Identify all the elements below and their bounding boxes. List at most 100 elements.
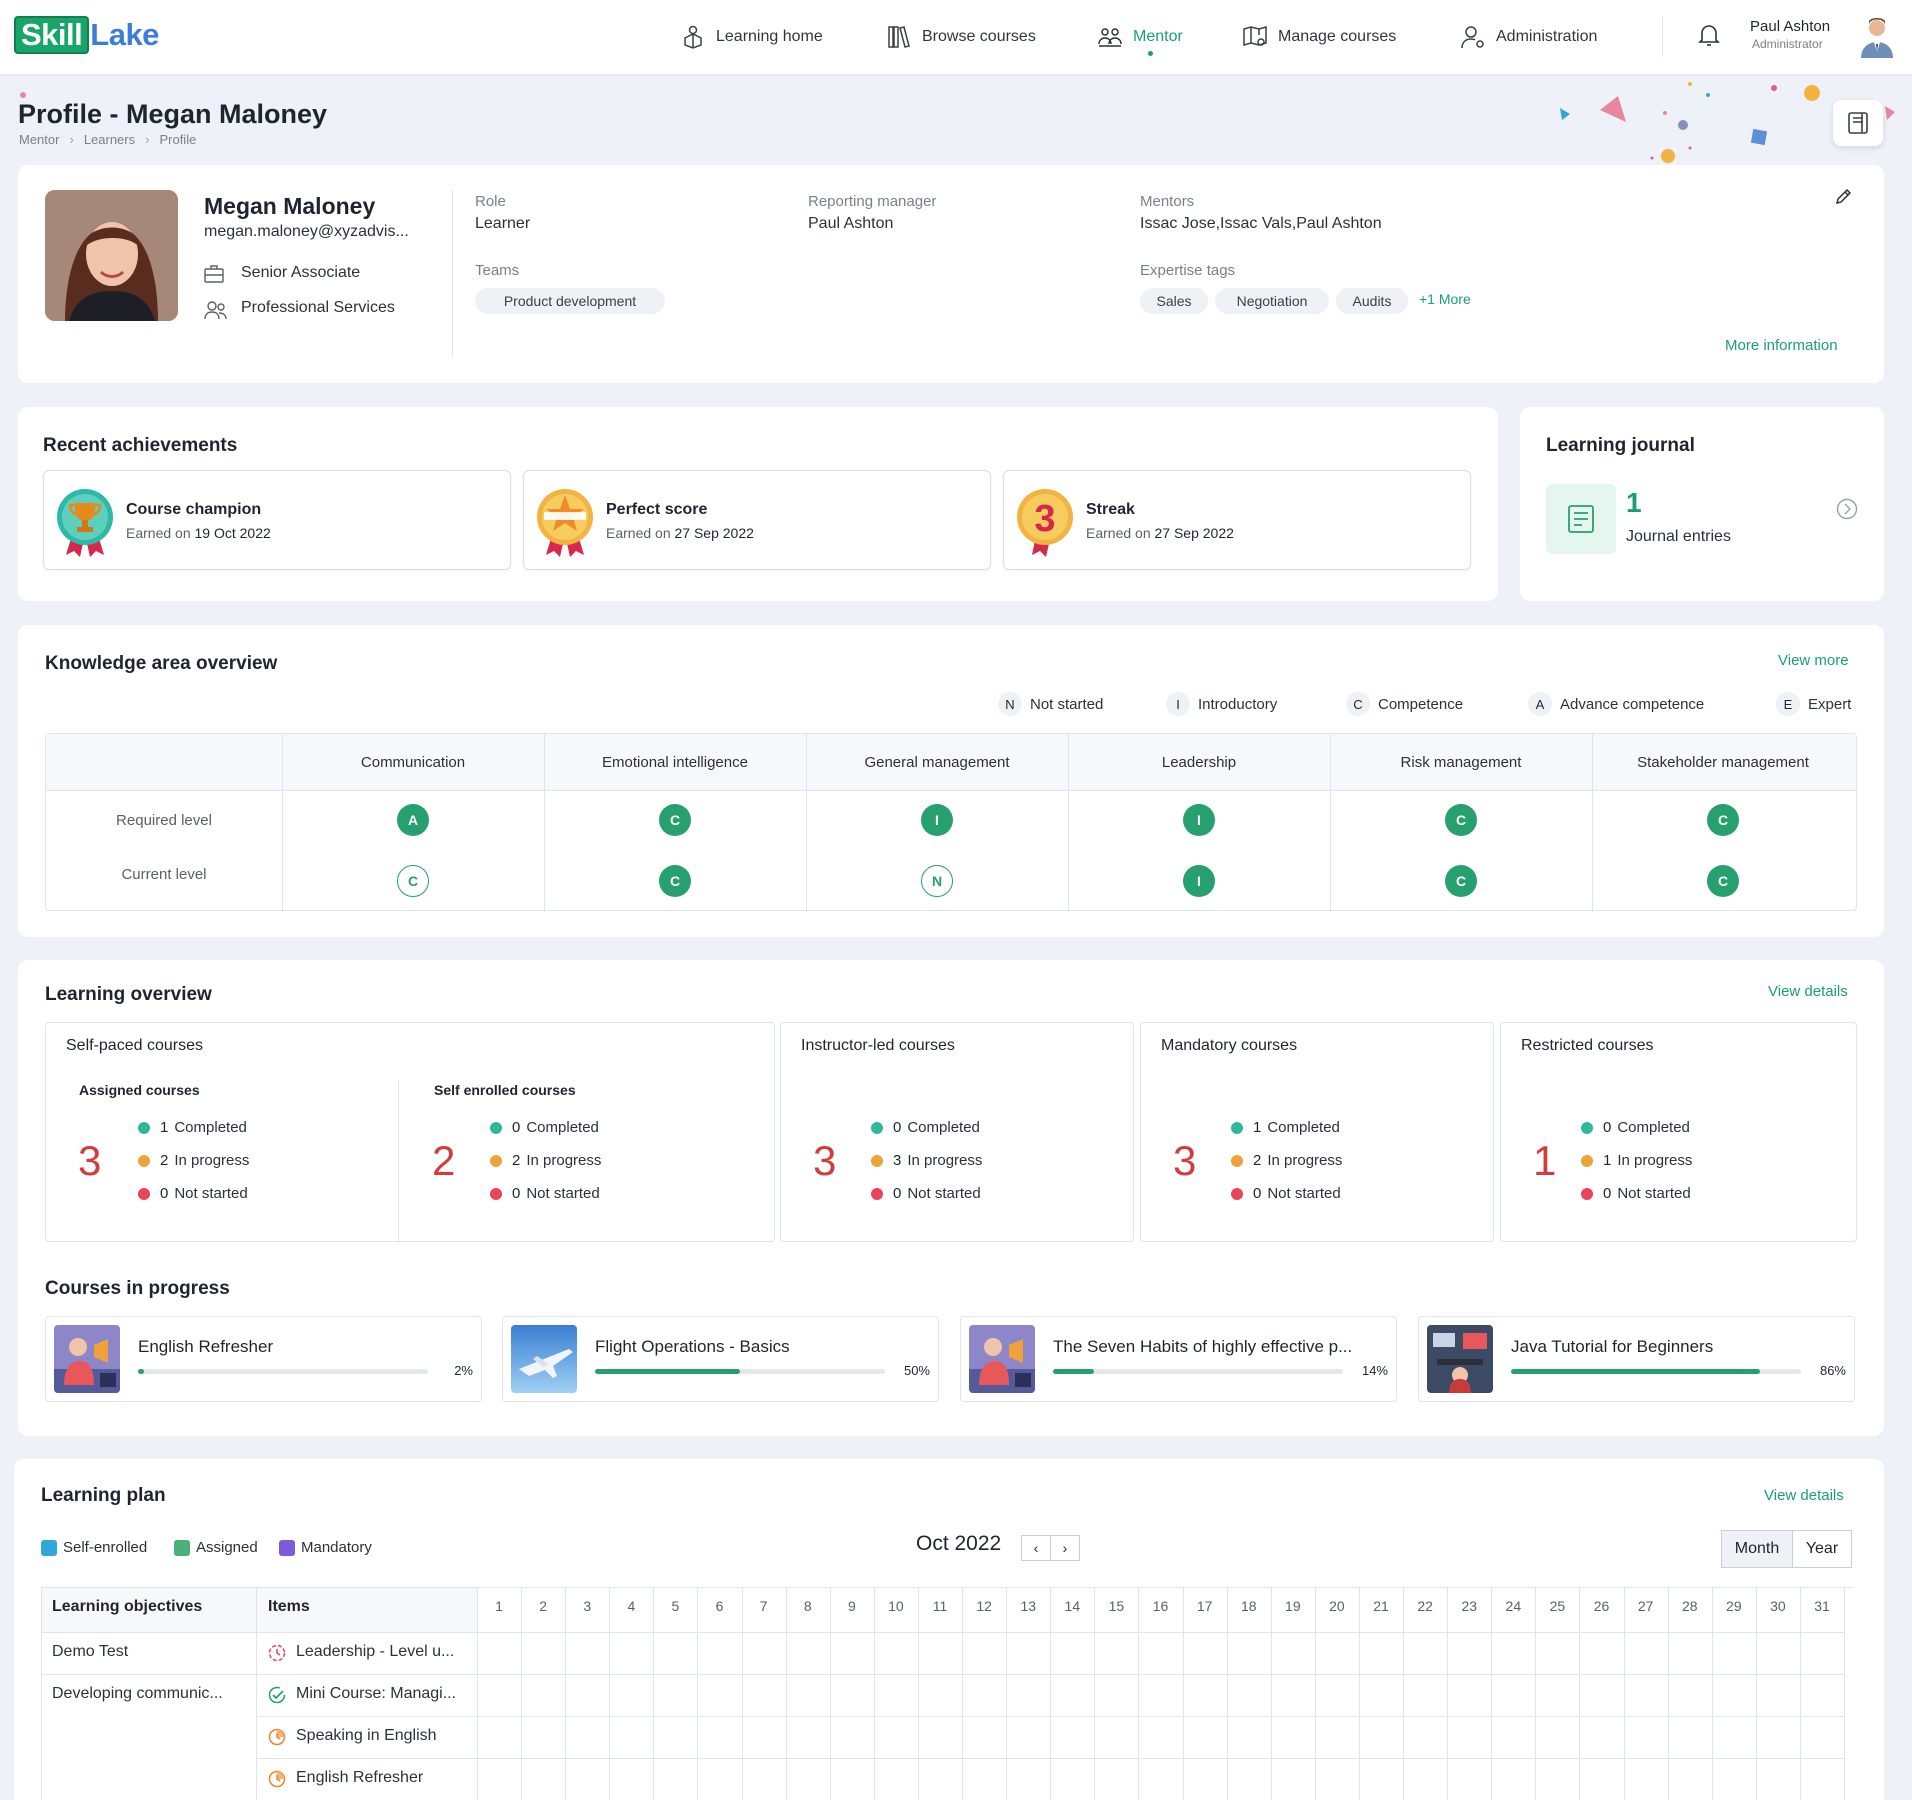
course-card[interactable]: The Seven Habits of highly effective p..… [960, 1316, 1397, 1402]
day-cell [830, 1675, 875, 1717]
day-label: 31 [1814, 1598, 1830, 1614]
course-card[interactable]: Flight Operations - Basics 50% [502, 1316, 939, 1402]
more-tags-link[interactable]: +1 More [1419, 291, 1471, 307]
knowledge-area-title: Knowledge area overview [45, 653, 278, 674]
learner-department: Professional Services [241, 299, 395, 316]
view-more-link[interactable]: View more [1778, 652, 1849, 669]
completed-dot [490, 1121, 502, 1134]
course-card[interactable]: English Refresher 2% [45, 1316, 482, 1402]
pending-clock-icon [268, 1644, 286, 1662]
day-cell [1448, 1633, 1493, 1675]
day-cell [1315, 1717, 1360, 1759]
plan-item-name[interactable]: Speaking in English [296, 1727, 437, 1745]
day-cell [1624, 1675, 1669, 1717]
streak-count: 3 [1034, 498, 1055, 540]
header-divider [1662, 17, 1663, 57]
day-label: 7 [759, 1598, 768, 1614]
plan-item-name[interactable]: English Refresher [296, 1769, 423, 1787]
day-cell [1360, 1675, 1405, 1717]
day-cell [1360, 1717, 1405, 1759]
achievement-card[interactable]: Perfect score Earned on 27 Sep 2022 [523, 470, 991, 570]
day-cell [1051, 1717, 1096, 1759]
achievement-date-value: 19 Oct 2022 [194, 525, 271, 541]
breadcrumb-learners[interactable]: Learners [84, 132, 135, 147]
manage-courses-icon [1243, 26, 1267, 46]
stat-count: 0 [512, 1185, 521, 1202]
nav-label: Mentor [1133, 28, 1183, 45]
stat-in-progress: 2 In progress [1231, 1152, 1342, 1169]
day-cell [699, 1759, 743, 1800]
day-cell [610, 1759, 655, 1800]
user-avatar[interactable] [1856, 14, 1898, 58]
next-month-button[interactable]: › [1050, 1535, 1080, 1561]
nav-mentor[interactable]: Mentor [1097, 0, 1183, 74]
tag-chip: Negotiation [1215, 288, 1329, 314]
stat-label: Not started [1617, 1185, 1691, 1202]
journal-button[interactable] [1833, 100, 1883, 146]
achievement-card[interactable]: 3 Streak Earned on 27 Sep 2022 [1003, 470, 1471, 570]
stat-label: Completed [1617, 1119, 1690, 1136]
day-cell [919, 1675, 964, 1717]
nav-learning-home[interactable]: Learning home [680, 0, 823, 74]
day-cell [1183, 1717, 1228, 1759]
confetti-dot [20, 92, 26, 98]
current-level-badge: N [921, 865, 953, 897]
self-enrolled-total: 2 [432, 1137, 456, 1184]
day-cell [654, 1633, 699, 1675]
instructor-led-courses-box: Instructor-led courses 3 0 Completed 3 In … [780, 1022, 1134, 1242]
legend-label: Competence [1378, 695, 1464, 713]
breadcrumb-mentor[interactable]: Mentor [19, 132, 59, 147]
day-cell [1712, 1633, 1757, 1675]
self-paced-courses-box: Self-paced courses Assigned courses Self… [45, 1022, 775, 1243]
items-column-header: Items [268, 1598, 310, 1615]
plan-item-name[interactable]: Leadership - Level u... [296, 1643, 454, 1661]
mandatory-title: Mandatory courses [1161, 1037, 1298, 1054]
more-information-link[interactable]: More information [1725, 337, 1838, 354]
nav-administration[interactable]: Administration [1460, 0, 1597, 74]
legend-self-enrolled: Self-enrolled [41, 1539, 147, 1556]
day-label: 15 [1108, 1598, 1125, 1614]
edit-pencil-icon[interactable] [1834, 188, 1852, 206]
month-view-toggle[interactable]: Month [1721, 1530, 1793, 1568]
objective-name[interactable]: Developing communic... [52, 1685, 223, 1703]
completed-dot [138, 1121, 150, 1134]
stat-count: 1 [1603, 1152, 1612, 1169]
instructor-led-title: Instructor-led courses [801, 1037, 955, 1054]
legend-swatch [41, 1539, 57, 1556]
overview-view-details-link[interactable]: View details [1768, 983, 1848, 1000]
skilllake-logo[interactable]: Skill Lake [14, 16, 159, 54]
day-cell [1581, 1759, 1625, 1800]
achievement-card[interactable]: Course champion Earned on 19 Oct 2022 [43, 470, 511, 570]
breadcrumb: Mentor › Learners › Profile [19, 132, 196, 147]
month-title: Oct 2022 [916, 1532, 1002, 1555]
nav-manage-courses[interactable]: Manage courses [1242, 0, 1396, 74]
self-paced-title: Self-paced courses [66, 1037, 203, 1054]
day-cell [1757, 1759, 1801, 1800]
course-card[interactable]: Java Tutorial for Beginners 86% [1418, 1316, 1855, 1402]
day-label: 11 [932, 1598, 948, 1614]
day-cell [919, 1759, 964, 1800]
stat-completed: 0 Completed [490, 1119, 599, 1136]
year-view-toggle[interactable]: Year [1792, 1530, 1852, 1568]
bell-icon[interactable] [1697, 22, 1721, 48]
day-label: 17 [1196, 1598, 1213, 1614]
chevron-right-circle-icon[interactable] [1836, 498, 1858, 520]
objective-name[interactable]: Demo Test [52, 1643, 128, 1661]
self-enrolled-courses-label: Self enrolled courses [434, 1082, 576, 1098]
user-name[interactable]: Paul Ashton [1750, 18, 1830, 35]
prev-month-button[interactable]: ‹ [1021, 1535, 1051, 1561]
day-cell [1272, 1759, 1316, 1800]
day-cell [522, 1633, 567, 1675]
journal-icon-tile [1546, 484, 1616, 554]
day-cell [1712, 1717, 1757, 1759]
current-level-badge: C [1707, 865, 1739, 897]
legend-not-started: N Not started [998, 692, 1103, 716]
plan-item-name[interactable]: Mini Course: Managi... [296, 1685, 456, 1703]
briefcase-icon [204, 265, 224, 283]
nav-browse-courses[interactable]: Browse courses [886, 0, 1036, 74]
day-cell [522, 1759, 567, 1800]
course-percent: 14% [1361, 1363, 1388, 1378]
day-cell [1801, 1759, 1846, 1800]
day-cell [1404, 1759, 1449, 1800]
plan-view-details-link[interactable]: View details [1764, 1487, 1844, 1504]
